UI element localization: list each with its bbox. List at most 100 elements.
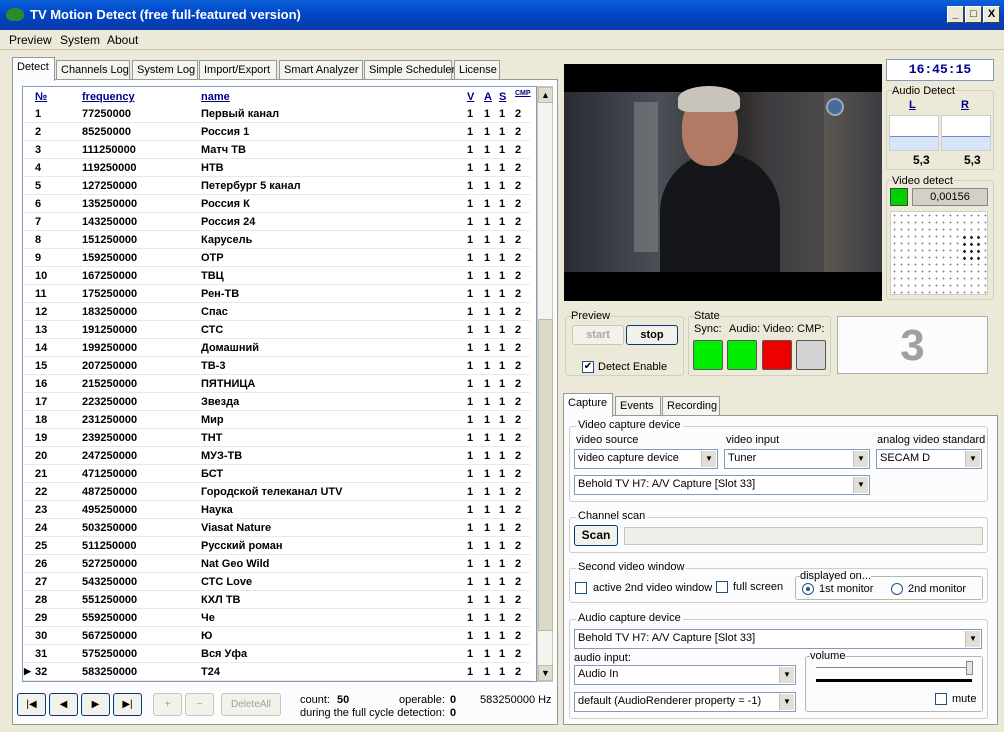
table-row[interactable]: 6 135250000 Россия К1112 [23, 195, 530, 213]
table-row[interactable]: 19 239250000 ТНТ 1 1 1 2 [23, 429, 530, 447]
table-row[interactable]: 10 167250000 ТВЦ 1 1 1 2 [23, 267, 530, 285]
scroll-up-icon[interactable]: ▲ [538, 87, 553, 103]
detect-enable-checkbox[interactable]: ✔ [582, 361, 594, 373]
tab-channels-log[interactable]: Channels Log [56, 60, 130, 80]
table-row[interactable]: 30 567250000 Ю 1 1 1 2 [23, 627, 530, 645]
close-button[interactable]: X [983, 6, 1000, 23]
fullscreen-checkbox[interactable] [716, 581, 728, 593]
table-row[interactable]: 17 223250000 Звезда 1 1 1 2 [23, 393, 530, 411]
stop-button[interactable]: stop [626, 325, 678, 345]
start-button[interactable]: start [572, 325, 624, 345]
chevron-down-icon[interactable]: ▼ [965, 451, 980, 467]
chevron-down-icon[interactable]: ▼ [779, 667, 794, 683]
prev-record-button[interactable]: ◀ [49, 693, 78, 716]
table-row[interactable]: 14 199250000 Домашний 1 1 1 2 [23, 339, 530, 357]
table-row[interactable]: 12 183250000 Спас 1 1 1 2 [23, 303, 530, 321]
table-row[interactable]: 13 191250000 СТС 1 1 1 2 [23, 321, 530, 339]
table-row[interactable]: 29 559250000 Че 1 1 1 2 [23, 609, 530, 627]
monitor1-radio[interactable] [802, 583, 814, 595]
audio-device-select[interactable]: Behold TV H7: A/V Capture [Slot 33] ▼ [574, 629, 982, 649]
next-record-button[interactable]: ▶ [81, 693, 110, 716]
video-input-select[interactable]: Tuner ▼ [724, 449, 870, 469]
volume-slider-handle[interactable] [966, 661, 973, 675]
video-source-select[interactable]: video capture device ▼ [574, 449, 718, 469]
menu-about[interactable]: About [107, 33, 138, 47]
video-device-select[interactable]: Behold TV H7: A/V Capture [Slot 33] ▼ [574, 475, 870, 495]
table-row[interactable]: 22 487250000 Городской телеканал UTV 1 1 1 2 [23, 483, 530, 501]
tab-system-log[interactable]: System Log [132, 60, 198, 80]
table-row[interactable]: 3 111250000 Матч ТВ 1 1 1 2 [23, 141, 530, 159]
scroll-thumb[interactable] [538, 319, 553, 631]
delete-all-button[interactable]: DeleteAll [221, 693, 281, 716]
cell-v: 1 [467, 198, 474, 210]
col-header-a[interactable]: A [484, 91, 492, 105]
col-header-no[interactable]: № [35, 91, 47, 105]
table-row[interactable]: 1 77250000 Первый канал 1 1 1 2 [23, 105, 530, 123]
tab-license[interactable]: License [454, 60, 500, 80]
col-header-cmp[interactable]: CMP [515, 90, 531, 104]
tab-import-export[interactable]: Import/Export [199, 60, 277, 80]
table-row[interactable]: 27 543250000 СТС Love 1 1 1 2 [23, 573, 530, 591]
table-row[interactable]: 26 527250000 Nat Geo Wild 1 1 1 2 [23, 555, 530, 573]
table-row[interactable]: 23 495250000 Наука 1 1 1 2 [23, 501, 530, 519]
table-row[interactable]: 25 511250000 Русский роман 1 1 1 2 [23, 537, 530, 555]
add-record-button[interactable]: + [153, 693, 182, 716]
active-2nd-window-checkbox[interactable] [575, 582, 587, 594]
tab-capture[interactable]: Capture [563, 393, 613, 417]
table-row[interactable]: 7 143250000 Россия 24 1 1 1 2 [23, 213, 530, 231]
menu-system[interactable]: System [60, 33, 100, 47]
mute-checkbox[interactable] [935, 693, 947, 705]
remove-record-button[interactable]: − [185, 693, 214, 716]
table-row[interactable]: 20 247250000 МУЗ-ТВ 1 1 1 2 [23, 447, 530, 465]
chevron-down-icon[interactable]: ▼ [701, 451, 716, 467]
menu-preview[interactable]: Preview [9, 33, 52, 47]
cell-no: 1 [35, 108, 42, 120]
table-row[interactable]: 5 127250000 Петербург 5 канал 1 1 1 2 [23, 177, 530, 195]
maximize-button[interactable]: □ [965, 6, 982, 23]
video-input-value: Tuner [728, 452, 757, 464]
table-row[interactable]: 31 575250000 Вся Уфа 1 1 1 2 [23, 645, 530, 663]
cell-frequency: 511250000 [82, 540, 137, 552]
scroll-down-icon[interactable]: ▼ [538, 665, 553, 681]
minimize-button[interactable]: _ [947, 6, 964, 23]
col-header-frequency[interactable]: frequency [82, 91, 135, 105]
video-standard-select[interactable]: SECAM D ▼ [876, 449, 982, 469]
monitor2-radio[interactable] [891, 583, 903, 595]
tab-simple-scheduler[interactable]: Simple Scheduler [364, 60, 455, 80]
table-scrollbar[interactable]: ▲ ▼ [537, 86, 553, 682]
tab-recording[interactable]: Recording [662, 396, 720, 416]
cell-frequency: 175250000 [82, 288, 138, 300]
video-preview [564, 64, 882, 301]
col-header-v[interactable]: V [467, 91, 474, 105]
last-record-button[interactable]: ▶| [113, 693, 142, 716]
cell-name: Матч ТВ [201, 144, 246, 156]
table-row[interactable]: 18 231250000 Мир 1 1 1 2 [23, 411, 530, 429]
cell-v: 1 [467, 108, 474, 120]
audio-input-select[interactable]: Audio In ▼ [574, 665, 796, 685]
tab-events[interactable]: Events [615, 396, 661, 416]
tab-detect[interactable]: Detect [12, 57, 55, 81]
table-row[interactable]: 11 175250000 Рен-ТВ 1 1 1 2 [23, 285, 530, 303]
audio-renderer-select[interactable]: default (AudioRenderer property = -1) ▼ [574, 692, 796, 712]
chevron-down-icon[interactable]: ▼ [965, 631, 980, 647]
table-row[interactable]: 9 159250000 ОТР 1 1 1 2 [23, 249, 530, 267]
table-row[interactable]: 4 119250000 НТВ 1 1 1 2 [23, 159, 530, 177]
table-row[interactable]: 24 503250000 Viasat Nature 1 1 1 2 [23, 519, 530, 537]
table-row[interactable]: 16 215250000 ПЯТНИЦА 1 1 1 2 [23, 375, 530, 393]
tab-smart-analyzer[interactable]: Smart Analyzer [279, 60, 363, 80]
table-row[interactable]: 32 583250000 Т24 1 1 1 2 ▶ [23, 663, 530, 681]
chevron-down-icon[interactable]: ▼ [853, 477, 868, 493]
scan-button[interactable]: Scan [574, 525, 618, 546]
table-row[interactable]: 2 85250000 Россия 11112 [23, 123, 530, 141]
chevron-down-icon[interactable]: ▼ [779, 694, 794, 710]
first-record-button[interactable]: |◀ [17, 693, 46, 716]
table-row[interactable]: 21 471250000 БСТ 1 1 1 2 [23, 465, 530, 483]
table-row[interactable]: 15 207250000 ТВ-3 1 1 1 2 [23, 357, 530, 375]
table-row[interactable]: 8 151250000 Карусель 1 1 1 2 [23, 231, 530, 249]
col-header-name[interactable]: name [201, 91, 230, 105]
table-row[interactable]: 28 551250000 КХЛ ТВ 1 1 1 2 [23, 591, 530, 609]
col-header-s[interactable]: S [499, 91, 506, 105]
person-silhouette [660, 152, 780, 272]
cell-frequency: 77250000 [82, 108, 131, 120]
chevron-down-icon[interactable]: ▼ [853, 451, 868, 467]
